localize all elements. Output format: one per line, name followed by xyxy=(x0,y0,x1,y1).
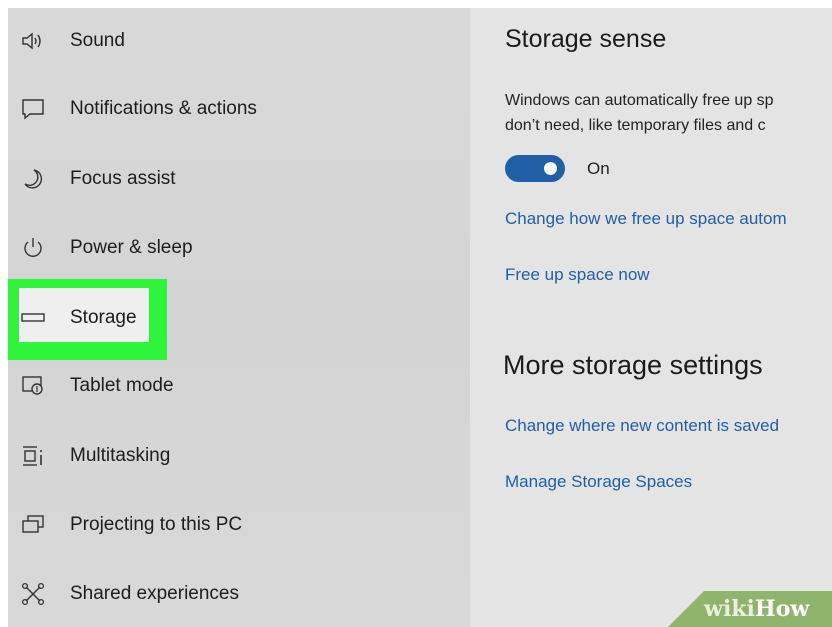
sidebar-item-multitasking[interactable]: Multitasking xyxy=(0,436,440,476)
moon-icon xyxy=(20,166,46,192)
storage-sense-description-line1: Windows can automatically free up sp xyxy=(505,92,774,109)
sidebar-item-label: Notifications & actions xyxy=(70,98,257,119)
watermark-wiki: wiki xyxy=(704,596,755,622)
sidebar-item-label: Multitasking xyxy=(70,445,171,466)
sidebar-item-focus-assist[interactable]: Focus assist xyxy=(0,159,440,199)
toggle-knob xyxy=(544,162,557,175)
change-where-new-content-saved-link[interactable]: Change where new content is saved xyxy=(505,416,779,436)
sidebar-item-power-sleep[interactable]: Power & sleep xyxy=(0,228,440,268)
sidebar-item-shared-experiences[interactable]: Shared experiences xyxy=(0,574,440,614)
power-icon xyxy=(20,235,46,261)
sidebar-item-label: Storage xyxy=(70,307,137,328)
sidebar-item-label: Focus assist xyxy=(70,168,176,189)
wikihow-watermark: wikiHow xyxy=(704,596,809,622)
projecting-icon xyxy=(20,512,46,538)
sidebar-item-notifications[interactable]: Notifications & actions xyxy=(0,89,440,129)
sidebar-item-projecting[interactable]: Projecting to this PC xyxy=(0,505,440,545)
sidebar-item-storage[interactable]: Storage xyxy=(0,298,440,338)
storage-sense-description-line2: don’t need, like temporary files and c xyxy=(505,117,766,134)
more-storage-settings-heading: More storage settings xyxy=(503,350,763,380)
watermark-how: How xyxy=(754,596,810,622)
tablet-icon xyxy=(20,373,46,399)
sidebar-item-label: Power & sleep xyxy=(70,237,193,258)
settings-window: Sound Notifications & actions Focus assi… xyxy=(0,0,832,627)
sidebar-item-sound[interactable]: Sound xyxy=(0,21,440,61)
storage-sense-toggle[interactable] xyxy=(505,155,565,182)
manage-storage-spaces-link[interactable]: Manage Storage Spaces xyxy=(505,472,692,492)
storage-sense-heading: Storage sense xyxy=(505,25,667,53)
free-up-space-now-link[interactable]: Free up space now xyxy=(505,265,650,285)
storage-icon xyxy=(20,305,46,331)
change-how-free-space-link[interactable]: Change how we free up space autom xyxy=(505,209,787,229)
sidebar-item-tablet-mode[interactable]: Tablet mode xyxy=(0,366,440,406)
shared-experiences-icon xyxy=(20,581,46,607)
main-content: Storage sense Windows can automatically … xyxy=(470,8,832,627)
multitasking-icon xyxy=(20,443,46,469)
speaker-icon xyxy=(20,28,46,54)
message-icon xyxy=(20,96,46,122)
sidebar-item-label: Projecting to this PC xyxy=(70,514,243,535)
sidebar-item-label: Tablet mode xyxy=(70,375,174,396)
sidebar-item-label: Sound xyxy=(70,30,125,51)
sidebar-item-label: Shared experiences xyxy=(70,583,239,604)
toggle-state-label: On xyxy=(587,159,610,178)
